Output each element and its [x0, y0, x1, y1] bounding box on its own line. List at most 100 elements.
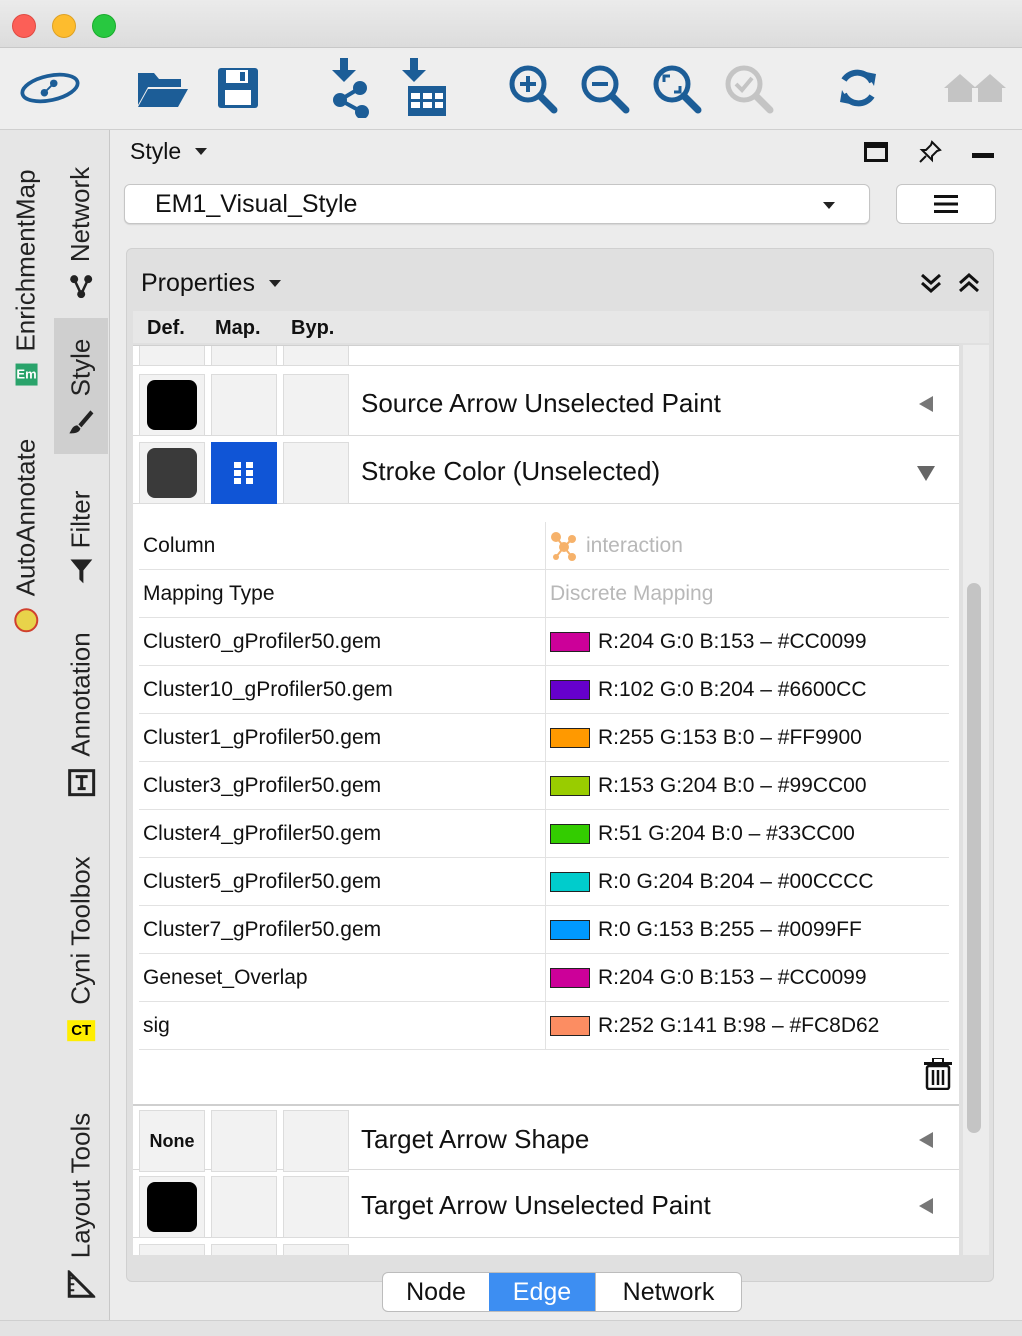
- color-swatch[interactable]: [550, 776, 590, 796]
- mapping-entry-value[interactable]: R:255 G:153 B:0 – #FF9900: [545, 714, 949, 762]
- tab-cyni-toolbox[interactable]: CT Cyni Toolbox: [54, 838, 108, 1062]
- visual-style-select[interactable]: EM1_Visual_Style: [124, 184, 870, 224]
- mapping-entry-row[interactable]: Cluster4_gProfiler50.gem R:51 G:204 B:0 –…: [139, 810, 949, 858]
- mapping-entry-row[interactable]: Cluster10_gProfiler50.gem R:102 G:0 B:204…: [139, 666, 949, 714]
- mapping-cell[interactable]: [211, 346, 277, 366]
- zoom-selected-icon[interactable]: [718, 58, 778, 118]
- bypass-cell[interactable]: [283, 346, 349, 366]
- import-table-icon[interactable]: [394, 58, 454, 118]
- tab-enrichmentmap[interactable]: Em EnrichmentMap: [2, 142, 50, 412]
- table-type-switch: Node Edge Network: [382, 1272, 742, 1312]
- default-cell[interactable]: [139, 346, 205, 366]
- tab-node[interactable]: Node: [383, 1273, 489, 1311]
- mapping-entry-key: Cluster7_gProfiler50.gem: [143, 918, 382, 941]
- delete-mapping-icon[interactable]: [923, 1057, 953, 1095]
- color-swatch[interactable]: [550, 968, 590, 988]
- property-row-source-arrow-paint[interactable]: Source Arrow Unselected Paint: [133, 370, 959, 436]
- minimize-window-button[interactable]: [52, 14, 76, 38]
- mapping-cell[interactable]: [211, 1110, 277, 1172]
- mapping-cell[interactable]: [211, 374, 277, 436]
- chevron-left-icon[interactable]: [919, 396, 933, 412]
- zoom-out-icon[interactable]: [574, 58, 634, 118]
- mapping-entry-row[interactable]: Cluster5_gProfiler50.gem R:0 G:204 B:204 …: [139, 858, 949, 906]
- zoom-window-button[interactable]: [92, 14, 116, 38]
- bypass-cell[interactable]: [283, 1110, 349, 1172]
- mapping-entry-value[interactable]: R:204 G:0 B:153 – #CC0099: [545, 618, 949, 666]
- mapping-cell[interactable]: [211, 1176, 277, 1238]
- minimize-icon[interactable]: [972, 146, 994, 164]
- mapping-entry-value[interactable]: R:252 G:141 B:98 – #FC8D62: [545, 1002, 949, 1050]
- open-session-icon[interactable]: [132, 58, 192, 118]
- mapping-entry-row[interactable]: Cluster1_gProfiler50.gem R:255 G:153 B:0 …: [139, 714, 949, 762]
- tab-filter[interactable]: Filter: [54, 466, 108, 606]
- default-value-swatch[interactable]: [139, 1176, 205, 1238]
- color-swatch[interactable]: [550, 920, 590, 940]
- mapping-entry-row[interactable]: Geneset_Overlap R:204 G:0 B:153 – #CC0099: [139, 954, 949, 1002]
- mapping-entry-value[interactable]: R:51 G:204 B:0 – #33CC00: [545, 810, 949, 858]
- color-swatch[interactable]: [550, 1016, 590, 1036]
- property-row-stroke-color[interactable]: Stroke Color (Unselected): [133, 438, 959, 504]
- tab-network[interactable]: Network: [54, 142, 108, 322]
- mapping-cell[interactable]: [211, 1244, 277, 1255]
- expand-all-icon[interactable]: [919, 271, 943, 300]
- save-session-icon[interactable]: [208, 58, 268, 118]
- bypass-cell[interactable]: [283, 442, 349, 504]
- float-window-icon[interactable]: [864, 142, 888, 167]
- tab-network[interactable]: Network: [595, 1273, 741, 1311]
- color-swatch[interactable]: [550, 872, 590, 892]
- zoom-fit-icon[interactable]: [646, 58, 706, 118]
- tab-autoannotate[interactable]: AutoAnnotate: [2, 420, 50, 650]
- mapping-entry-row[interactable]: Cluster0_gProfiler50.gem R:204 G:0 B:153 …: [139, 618, 949, 666]
- chevron-left-icon[interactable]: [919, 1132, 933, 1148]
- mapping-button[interactable]: [211, 442, 277, 504]
- control-panel-tabbar: Em EnrichmentMap Network Style AutoAnnot…: [0, 130, 110, 1320]
- property-row-target-arrow-shape[interactable]: None Target Arrow Shape: [133, 1104, 959, 1172]
- mapping-column-select[interactable]: interaction: [545, 522, 949, 570]
- bypass-cell[interactable]: [283, 1244, 349, 1255]
- mapping-entry-value[interactable]: R:204 G:0 B:153 – #CC0099: [545, 954, 949, 1002]
- color-swatch[interactable]: [550, 632, 590, 652]
- mapping-entry-value[interactable]: R:102 G:0 B:204 – #6600CC: [545, 666, 949, 714]
- default-cell[interactable]: [139, 1244, 205, 1255]
- mapping-entry-key: Geneset_Overlap: [143, 966, 308, 989]
- bypass-cell[interactable]: [283, 1176, 349, 1238]
- mapping-entry-row[interactable]: Cluster7_gProfiler50.gem R:0 G:153 B:255 …: [139, 906, 949, 954]
- default-value-swatch[interactable]: [139, 442, 205, 504]
- collapse-all-icon[interactable]: [957, 271, 981, 300]
- mapping-type-row[interactable]: Mapping Type Discrete Mapping: [139, 570, 949, 618]
- mapping-type-select[interactable]: Discrete Mapping: [545, 570, 949, 618]
- tab-annotation[interactable]: Annotation: [54, 616, 108, 812]
- refresh-icon[interactable]: [828, 58, 888, 118]
- chevron-left-icon[interactable]: [919, 1198, 933, 1214]
- color-swatch[interactable]: [550, 728, 590, 748]
- tab-layout-tools[interactable]: Layout Tools: [54, 1100, 108, 1310]
- property-row-partial[interactable]: [133, 346, 959, 366]
- scrollbar-thumb[interactable]: [967, 583, 981, 1133]
- property-list-scrollbar[interactable]: [963, 345, 989, 1255]
- mapping-column-row[interactable]: Column interaction: [139, 522, 949, 570]
- mapping-entry-value[interactable]: R:153 G:204 B:0 – #99CC00: [545, 762, 949, 810]
- chevron-down-icon[interactable]: [917, 466, 935, 481]
- property-row-target-arrow-paint[interactable]: Target Arrow Unselected Paint: [133, 1172, 959, 1238]
- style-options-button[interactable]: [896, 184, 996, 224]
- pin-icon[interactable]: [918, 140, 942, 169]
- property-row-partial[interactable]: [133, 1240, 959, 1255]
- color-swatch[interactable]: [550, 824, 590, 844]
- tab-edge[interactable]: Edge: [489, 1273, 595, 1311]
- tab-style[interactable]: Style: [54, 318, 108, 454]
- import-network-icon[interactable]: [318, 58, 378, 118]
- default-value-cell[interactable]: None: [139, 1110, 205, 1172]
- close-window-button[interactable]: [12, 14, 36, 38]
- color-swatch[interactable]: [550, 680, 590, 700]
- panel-header[interactable]: Style: [130, 138, 208, 165]
- mapping-entry-row[interactable]: sig R:252 G:141 B:98 – #FC8D62: [139, 1002, 949, 1050]
- property-column-header: Def. Map. Byp.: [133, 311, 989, 343]
- mapping-entry-row[interactable]: Cluster3_gProfiler50.gem R:153 G:204 B:0 …: [139, 762, 949, 810]
- bypass-cell[interactable]: [283, 374, 349, 436]
- properties-header[interactable]: Properties: [141, 269, 281, 298]
- home-icon[interactable]: [940, 58, 1010, 118]
- default-value-swatch[interactable]: [139, 374, 205, 436]
- zoom-in-icon[interactable]: [502, 58, 562, 118]
- mapping-entry-value[interactable]: R:0 G:153 B:255 – #0099FF: [545, 906, 949, 954]
- mapping-entry-value[interactable]: R:0 G:204 B:204 – #00CCCC: [545, 858, 949, 906]
